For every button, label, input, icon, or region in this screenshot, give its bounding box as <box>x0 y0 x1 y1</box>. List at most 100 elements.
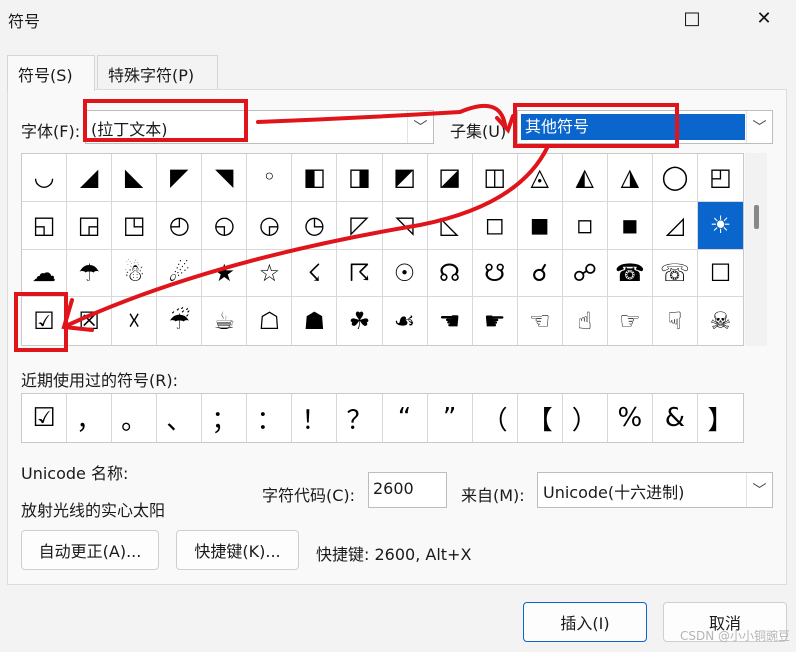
maximize-icon[interactable]: □ <box>669 0 715 36</box>
symbol-cell[interactable]: ☚ <box>428 297 473 345</box>
tab-special-characters[interactable]: 特殊字符(P) <box>97 55 218 91</box>
symbol-cell[interactable]: ☠ <box>698 297 743 345</box>
symbol-cell[interactable]: ◮ <box>607 154 653 202</box>
symbol-grid: ◡ ◢ ◣ ◤ ◥ ◦ ◧ ◨ ◩ ◪ ◫ ◬ ◭ ◮ ◯ ◰ ◱ ◲ ◳ ◴ ◵ ◶ ◷ ◸ ◹ ◺ ◻ ◼ ◽ ◾ ◿ ☀ ☁ ☂ ☃ ☄ ★ ☆ ☇ ☈… <box>21 153 744 346</box>
symbol-cell[interactable]: ◰ <box>697 154 743 202</box>
recent-symbol-cell[interactable]: ： <box>247 394 293 442</box>
symbol-cell[interactable]: ◣ <box>112 154 158 202</box>
recent-symbol-cell[interactable]: ） <box>563 394 608 442</box>
recent-symbol-cell[interactable]: ； <box>202 394 248 442</box>
symbol-cell[interactable]: ☍ <box>562 249 608 298</box>
symbol-cell[interactable]: ◻ <box>472 201 518 250</box>
chevron-down-icon[interactable]: ﹀ <box>746 111 772 143</box>
char-code-value: 2600 <box>373 479 414 498</box>
symbol-cell[interactable]: ☗ <box>292 297 338 345</box>
symbol-cell[interactable]: ◭ <box>562 154 608 202</box>
symbol-cell[interactable]: ☀ <box>697 201 743 250</box>
symbol-cell[interactable]: ◫ <box>472 154 518 202</box>
font-dropdown[interactable]: (拉丁文本) ﹀ <box>85 110 434 144</box>
symbol-cell[interactable]: ☋ <box>472 249 518 298</box>
symbol-cell[interactable]: ★ <box>202 249 248 298</box>
recent-symbol-cell[interactable]: ？ <box>337 394 383 442</box>
symbol-cell[interactable]: ◼ <box>517 201 563 250</box>
symbol-cell[interactable]: ◹ <box>382 201 428 250</box>
symbol-cell[interactable]: ◩ <box>382 154 428 202</box>
subset-dropdown[interactable]: 其他符号 ﹀ <box>517 110 773 144</box>
symbol-cell[interactable]: ☘ <box>337 297 383 345</box>
symbol-cell[interactable]: ◲ <box>67 201 113 250</box>
symbol-cell[interactable]: ◬ <box>517 154 563 202</box>
symbol-cell[interactable]: ☉ <box>382 249 428 298</box>
tab-symbols[interactable]: 符号(S) <box>7 55 95 91</box>
symbol-cell[interactable]: ☛ <box>473 297 518 345</box>
symbol-cell[interactable]: ☂ <box>67 249 113 298</box>
subset-label: 子集(U) <box>450 122 507 141</box>
symbol-cell[interactable]: ☈ <box>337 249 383 298</box>
symbol-cell[interactable]: ☝ <box>563 297 608 345</box>
recent-symbol-cell[interactable]: （ <box>473 394 518 442</box>
char-code-input[interactable]: 2600 <box>368 472 447 508</box>
close-icon[interactable]: ✕ <box>741 0 787 36</box>
recent-symbol-cell[interactable]: % <box>608 394 653 442</box>
symbol-cell[interactable]: ☁ <box>22 249 68 298</box>
symbol-cell[interactable]: ◴ <box>157 201 203 250</box>
symbol-cell[interactable]: ◵ <box>202 201 248 250</box>
symbol-cell[interactable]: ☃ <box>112 249 158 298</box>
symbol-cell[interactable]: ◿ <box>652 201 698 250</box>
symbol-cell[interactable]: ☎ <box>607 249 653 298</box>
recent-symbol-cell[interactable]: ” <box>428 394 473 442</box>
symbol-cell[interactable]: ◤ <box>157 154 203 202</box>
shortcut-key-button[interactable]: 快捷键(K)... <box>176 530 299 570</box>
symbol-cell[interactable]: ☖ <box>247 297 293 345</box>
symbol-cell[interactable]: ◪ <box>427 154 473 202</box>
recent-symbol-cell[interactable]: 【 <box>518 394 563 442</box>
insert-button[interactable]: 插入(I) <box>523 602 647 642</box>
symbol-cell[interactable]: ☟ <box>653 297 698 345</box>
from-dropdown[interactable]: Unicode(十六进制) ﹀ <box>537 472 773 508</box>
symbol-cell[interactable]: ☓ <box>112 297 158 345</box>
symbol-cell[interactable]: ◾ <box>607 201 653 250</box>
symbol-cell[interactable]: ☐ <box>697 250 743 298</box>
window-title: 符号 <box>8 12 41 31</box>
symbol-cell[interactable]: ◸ <box>337 201 383 250</box>
recent-symbol-cell[interactable]: ， <box>67 394 113 442</box>
symbol-cell[interactable]: ☔ <box>157 297 203 345</box>
symbol-cell[interactable]: ☒ <box>67 297 113 345</box>
symbol-cell[interactable]: ☑ <box>22 297 68 345</box>
symbol-cell[interactable]: ☄ <box>157 249 203 298</box>
recent-symbol-cell[interactable]: 、 <box>157 394 203 442</box>
chevron-down-icon[interactable]: ﹀ <box>407 111 433 143</box>
symbol-cell[interactable]: ◡ <box>22 154 68 202</box>
symbol-cell[interactable]: ◦ <box>247 154 293 202</box>
symbol-cell[interactable]: ☏ <box>652 249 698 298</box>
recent-symbol-cell[interactable]: 】 <box>698 394 743 442</box>
recent-symbol-cell[interactable]: 。 <box>112 394 158 442</box>
symbol-cell[interactable]: ☆ <box>247 249 293 298</box>
recent-symbol-cell[interactable]: ☑ <box>22 394 68 442</box>
autocorrect-button[interactable]: 自动更正(A)... <box>21 530 159 570</box>
symbol-cell[interactable]: ◯ <box>652 154 698 202</box>
symbol-cell[interactable]: ☊ <box>427 249 473 298</box>
recent-symbol-cell[interactable]: “ <box>383 394 428 442</box>
symbol-cell[interactable]: ☜ <box>518 297 563 345</box>
symbol-cell[interactable]: ◶ <box>247 201 293 250</box>
scrollbar-thumb[interactable] <box>754 205 759 229</box>
symbol-cell[interactable]: ☞ <box>608 297 653 345</box>
recent-symbol-cell[interactable]: & <box>653 394 698 442</box>
symbol-cell[interactable]: ◥ <box>202 154 248 202</box>
symbol-cell[interactable]: ☙ <box>383 297 428 345</box>
symbol-cell[interactable]: ◧ <box>292 154 338 202</box>
symbol-cell[interactable]: ☌ <box>517 249 563 298</box>
symbol-cell[interactable]: ◢ <box>67 154 113 202</box>
symbol-cell[interactable]: ☕ <box>202 297 248 345</box>
symbol-cell[interactable]: ☇ <box>292 249 338 298</box>
symbol-cell[interactable]: ◷ <box>292 201 338 250</box>
recent-symbol-cell[interactable]: ！ <box>292 394 338 442</box>
symbol-cell[interactable]: ◨ <box>337 154 383 202</box>
chevron-down-icon[interactable]: ﹀ <box>746 473 772 507</box>
symbol-cell[interactable]: ◽ <box>562 201 608 250</box>
symbol-cell[interactable]: ◺ <box>427 201 473 250</box>
symbol-cell[interactable]: ◱ <box>22 201 68 250</box>
symbol-grid-scrollbar[interactable] <box>745 153 767 346</box>
symbol-cell[interactable]: ◳ <box>112 201 158 250</box>
